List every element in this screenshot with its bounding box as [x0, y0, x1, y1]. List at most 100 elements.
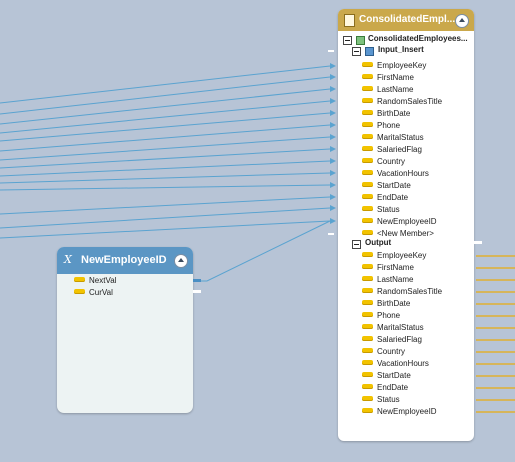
field-row[interactable]: SalariedFlag	[362, 334, 422, 346]
output-group-label: Output	[365, 238, 392, 247]
field-label: VacationHours	[377, 169, 429, 178]
field-row[interactable]: Status	[362, 394, 400, 406]
table-title: ConsolidatedEmpl...	[359, 14, 456, 25]
field-row[interactable]: Status	[362, 204, 400, 216]
key-icon	[362, 312, 373, 318]
field-label: NewEmployeeID	[377, 217, 437, 226]
key-icon	[362, 300, 373, 306]
field-row[interactable]: RandomSalesTitle	[362, 286, 442, 298]
table-box-consolidated-employees[interactable]: ConsolidatedEmpl... ConsolidatedEmployee…	[338, 9, 474, 441]
field-label: RandomSalesTitle	[377, 97, 443, 106]
input-group-label: Input_Insert	[378, 45, 424, 54]
field-label: EndDate	[377, 383, 409, 392]
field-label: StartDate	[377, 371, 411, 380]
field-row[interactable]: SalariedFlag	[362, 144, 422, 156]
field-row[interactable]: MaritalStatus	[362, 322, 424, 334]
field-row[interactable]: RandomSalesTitle	[362, 96, 442, 108]
field-label: Country	[377, 157, 406, 166]
field-row[interactable]: NewEmployeeID	[362, 216, 437, 228]
sequence-icon: X	[64, 253, 72, 266]
field-label: StartDate	[377, 181, 411, 190]
key-icon	[362, 110, 373, 116]
table-header[interactable]: ConsolidatedEmpl...	[338, 9, 474, 31]
field-row[interactable]: EmployeeKey	[362, 250, 426, 262]
field-row[interactable]: StartDate	[362, 180, 411, 192]
key-icon	[362, 62, 373, 68]
collapse-icon[interactable]	[455, 14, 469, 28]
field-label: Phone	[377, 121, 401, 130]
field-label: Country	[377, 347, 406, 356]
key-icon	[362, 408, 373, 414]
key-icon	[362, 194, 373, 200]
tree-toggle-icon[interactable]	[343, 36, 352, 45]
field-row[interactable]: Phone	[362, 310, 400, 322]
field-row[interactable]: VacationHours	[362, 168, 429, 180]
key-icon	[362, 206, 373, 212]
field-row[interactable]: StartDate	[362, 370, 411, 382]
field-label: EndDate	[377, 193, 409, 202]
key-icon	[362, 348, 373, 354]
field-row[interactable]: LastName	[362, 274, 413, 286]
row-label: NextVal	[89, 276, 117, 285]
field-row[interactable]: EmployeeKey	[362, 60, 426, 72]
key-icon	[362, 252, 373, 258]
sequence-row-curval[interactable]: CurVal	[74, 287, 113, 299]
field-row[interactable]: BirthDate	[362, 298, 410, 310]
field-label: FirstName	[377, 73, 414, 82]
field-row[interactable]: EndDate	[362, 382, 408, 394]
sequence-header[interactable]: X NewEmployeeID	[57, 247, 193, 274]
field-row[interactable]: NewEmployeeID	[362, 406, 437, 418]
sequence-box-new-employee-id[interactable]: X NewEmployeeID NextVal CurVal	[57, 247, 193, 413]
field-label: SalariedFlag	[377, 145, 422, 154]
key-icon	[362, 98, 373, 104]
key-icon	[362, 146, 373, 152]
field-label: EmployeeKey	[377, 61, 427, 70]
field-label: LastName	[377, 275, 414, 284]
output-pin[interactable]	[193, 279, 201, 282]
field-label: LastName	[377, 85, 414, 94]
key-icon	[362, 324, 373, 330]
sequence-row-nextval[interactable]: NextVal	[74, 275, 116, 287]
key-icon	[362, 182, 373, 188]
field-label: Status	[377, 395, 400, 404]
field-row[interactable]: VacationHours	[362, 358, 429, 370]
key-icon	[362, 288, 373, 294]
field-row[interactable]: BirthDate	[362, 108, 410, 120]
field-label: RandomSalesTitle	[377, 287, 443, 296]
field-row[interactable]: EndDate	[362, 192, 408, 204]
key-icon	[362, 86, 373, 92]
field-row[interactable]: Phone	[362, 120, 400, 132]
field-row[interactable]: LastName	[362, 84, 413, 96]
row-label: CurVal	[89, 288, 113, 297]
key-icon	[362, 384, 373, 390]
key-icon	[362, 264, 373, 270]
field-label: NewEmployeeID	[377, 407, 437, 416]
key-icon	[362, 276, 373, 282]
field-row[interactable]: FirstName	[362, 72, 414, 84]
output-pin[interactable]	[474, 241, 482, 244]
key-icon	[362, 360, 373, 366]
key-icon	[74, 289, 85, 295]
key-icon	[362, 134, 373, 140]
tree-toggle-icon[interactable]	[352, 47, 361, 56]
tree-toggle-icon[interactable]	[352, 240, 361, 249]
key-icon	[74, 277, 85, 283]
key-icon	[362, 372, 373, 378]
collapse-icon[interactable]	[174, 254, 188, 268]
output-pin[interactable]	[193, 290, 201, 293]
field-row[interactable]: Country	[362, 156, 405, 168]
input-port-icon	[365, 47, 374, 56]
field-row[interactable]: Country	[362, 346, 405, 358]
field-label: FirstName	[377, 263, 414, 272]
key-icon	[362, 170, 373, 176]
field-label: Phone	[377, 311, 401, 320]
field-label: Status	[377, 205, 400, 214]
field-label: SalariedFlag	[377, 335, 422, 344]
field-row[interactable]: MaritalStatus	[362, 132, 424, 144]
field-row[interactable]: FirstName	[362, 262, 414, 274]
field-label: VacationHours	[377, 359, 429, 368]
key-icon	[362, 336, 373, 342]
field-label: EmployeeKey	[377, 251, 427, 260]
field-label: MaritalStatus	[377, 133, 424, 142]
field-label: MaritalStatus	[377, 323, 424, 332]
